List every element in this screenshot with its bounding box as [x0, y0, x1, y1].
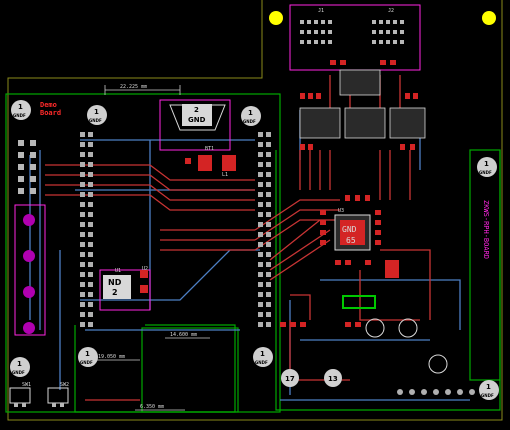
mount-hole-5-sub: GNDF — [12, 370, 25, 375]
mount-hole-4-sub: GNDF — [479, 170, 492, 175]
mount-hole-3-sub: GNDF — [243, 119, 256, 124]
mount-hole-8-num: 1 — [486, 383, 491, 391]
fiducial-top-right — [482, 11, 496, 25]
dimension-label-2: 19.050 mm — [98, 354, 125, 360]
qfn-net-gnd: GND — [342, 225, 357, 234]
ref-l1: L1 — [222, 172, 228, 178]
mount-hole-3-num: 1 — [248, 109, 253, 117]
ref-sw2: SW2 — [60, 382, 69, 388]
ref-u2: U2 — [142, 266, 148, 272]
pcb-layout-view: 22.225 mm 19.050 mm 14.600 mm 6.350 mm J… — [0, 0, 510, 430]
fiducial-top-left — [269, 11, 283, 25]
qfn-u3: GND 65 — [334, 214, 371, 251]
board-label-top2: Board — [40, 109, 61, 117]
dimension-label-4: 6.350 mm — [140, 404, 164, 410]
mount-hole-1-sub: GNDF — [13, 113, 26, 118]
mount-hole-4-num: 1 — [484, 160, 489, 168]
canvas-background — [0, 0, 510, 430]
via-13-label: 13 — [328, 375, 338, 383]
side-board-label: ZKWS-RPH-BOARD — [482, 200, 490, 259]
qfn-pad-65: 65 — [346, 236, 356, 245]
mount-hole-7-num: 1 — [260, 350, 265, 358]
ic-u1: ND 2 — [103, 275, 131, 299]
dimension-label-3: 14.600 mm — [170, 332, 197, 338]
board-label-top: Demo — [40, 101, 57, 109]
dimension-label-1: 22.225 mm — [120, 84, 147, 90]
ref-bt1: BT1 — [205, 146, 214, 152]
mount-hole-6-sub: GNDF — [80, 360, 93, 365]
mount-hole-1-num: 1 — [18, 103, 23, 111]
mount-hole-6-num: 1 — [85, 350, 90, 358]
mount-hole-5-num: 1 — [17, 360, 22, 368]
u1-pad-2: 2 — [112, 288, 118, 297]
u1-pad-nd: ND — [108, 278, 122, 287]
ref-u3: U3 — [338, 208, 344, 214]
ref-j1: J1 — [318, 8, 324, 14]
mount-hole-2-num: 1 — [94, 108, 99, 116]
ref-sw1: SW1 — [22, 382, 31, 388]
bt1-pad-2: 2 — [194, 106, 199, 114]
bt1-pad-gnd: GND — [188, 116, 206, 124]
ref-u1: U1 — [115, 268, 121, 274]
ref-j2: J2 — [388, 8, 394, 14]
mount-hole-2-sub: GNDF — [89, 118, 102, 123]
mount-hole-8-sub: GNDF — [481, 393, 494, 398]
via-17-label: 17 — [285, 375, 295, 383]
mount-hole-7-sub: GNDF — [255, 360, 268, 365]
